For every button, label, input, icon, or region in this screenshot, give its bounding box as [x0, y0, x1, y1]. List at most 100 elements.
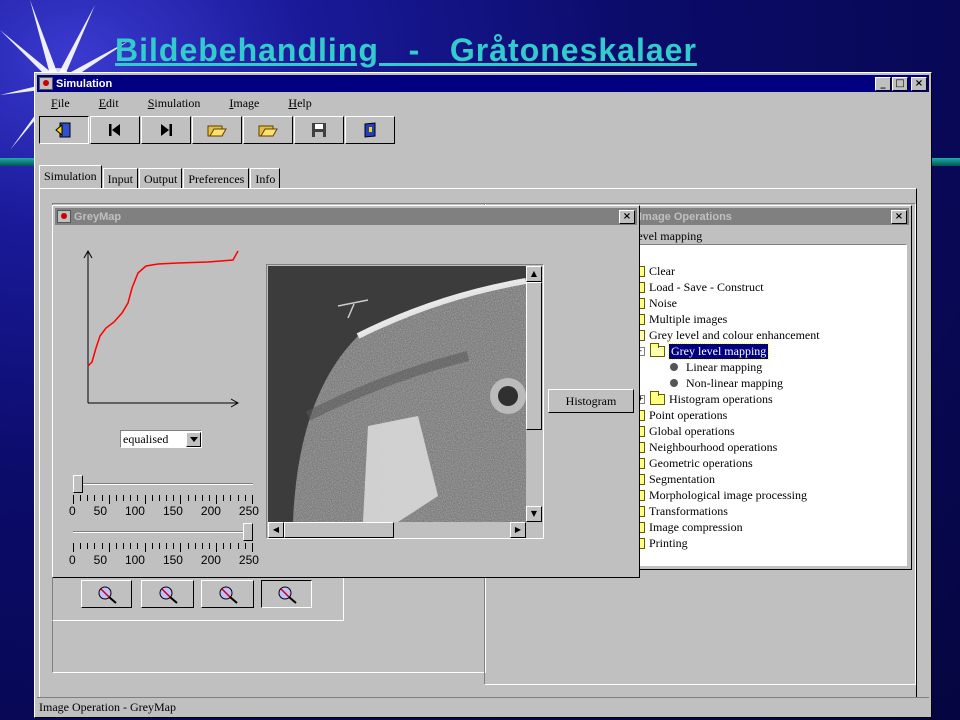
slider-tick	[201, 543, 203, 549]
greymap-window: GreyMap × equalised 0 50 100 150 200 250 0 50 1…	[52, 205, 640, 578]
close-button[interactable]: ×	[911, 76, 927, 91]
scroll-up-arrow-icon[interactable]: ▲	[526, 266, 542, 282]
tab-preferences[interactable]: Preferences	[183, 168, 250, 188]
tree-node[interactable]: Neighbourhood operations	[630, 438, 777, 455]
save-disk-icon	[312, 123, 326, 137]
menu-image[interactable]: Image	[215, 96, 274, 111]
zoom-icon	[278, 586, 297, 604]
tab-input[interactable]: Input	[102, 168, 139, 188]
tab-simulation[interactable]: Simulation	[39, 165, 102, 189]
tree-node[interactable]: Non-linear mapping	[670, 375, 783, 391]
exit-button[interactable]	[39, 116, 89, 144]
menu-simulation[interactable]: Simulation	[134, 96, 216, 111]
folder-icon	[650, 390, 665, 405]
zoom-button-1[interactable]	[81, 580, 132, 608]
menu-file[interactable]: File	[37, 96, 85, 111]
image-vertical-scroll-thumb[interactable]	[526, 282, 542, 430]
image-operations-close-button[interactable]: ×	[891, 209, 907, 224]
tree-node[interactable]: Segmentation	[630, 470, 715, 487]
slider-tick	[80, 495, 82, 501]
slider-low-thumb[interactable]	[73, 475, 83, 493]
slider-tick	[130, 495, 132, 501]
tab-output[interactable]: Output	[139, 168, 183, 188]
last-button[interactable]	[141, 116, 191, 144]
tab-strip: Simulation Input Output Preferences Info	[39, 165, 281, 189]
tree-node[interactable]: + Histogram operations	[636, 390, 773, 407]
chevron-down-icon[interactable]	[186, 431, 201, 447]
slider-tick	[123, 543, 125, 549]
slider-tick	[87, 495, 89, 501]
tree-node[interactable]: Global operations	[630, 422, 735, 439]
tree-node[interactable]: Linear mapping	[670, 359, 762, 375]
greymap-close-button[interactable]: ×	[619, 209, 635, 224]
tree-node[interactable]: Load - Save - Construct	[630, 278, 764, 295]
slider-tick	[223, 495, 225, 501]
tree-node[interactable]: Multiple images	[630, 310, 727, 327]
slider-tick	[223, 543, 225, 549]
mapping-select[interactable]: equalised	[120, 430, 202, 448]
slider-high-thumb[interactable]	[243, 523, 253, 541]
tree-node-label: Non-linear mapping	[686, 375, 783, 390]
slider-tick	[101, 495, 103, 501]
first-icon	[109, 124, 120, 136]
image-operations-titlebar[interactable]: Image Operations ×	[603, 208, 909, 225]
image-operations-window: Image Operations × Grey level mapping Ro…	[600, 205, 912, 570]
menu-help[interactable]: Help	[274, 96, 326, 111]
tree-node[interactable]: Morphological image processing	[630, 486, 807, 503]
window-title: Simulation	[56, 77, 113, 90]
zoom-icon	[159, 586, 178, 604]
open-button-2[interactable]	[243, 116, 293, 144]
tab-info[interactable]: Info	[250, 168, 281, 188]
scroll-left-arrow-icon[interactable]: ◀	[268, 522, 284, 538]
image-vertical-scrollbar[interactable]: ▲ ▼	[526, 266, 543, 522]
last-icon	[161, 124, 172, 136]
minimize-button[interactable]: _	[875, 76, 891, 91]
scroll-right-arrow-icon[interactable]: ▶	[510, 522, 526, 538]
zoom-button-3[interactable]	[201, 580, 254, 608]
maximize-button[interactable]: □	[892, 76, 908, 91]
mapping-select-value: equalised	[123, 431, 169, 446]
image-operations-title: Image Operations	[639, 210, 732, 223]
slider-tick	[244, 543, 246, 549]
tree-node-label: Noise	[649, 295, 677, 310]
zoom-button-4[interactable]	[261, 580, 312, 608]
tree-node[interactable]: - Grey level mapping	[636, 342, 770, 360]
slider-high-ticks	[73, 543, 253, 552]
slider-low[interactable]	[73, 475, 253, 504]
tree-node[interactable]: Point operations	[630, 406, 728, 423]
folder-open-icon	[650, 342, 665, 357]
help-book-button[interactable]	[345, 116, 395, 144]
slider-high[interactable]	[73, 523, 253, 552]
zoom-icon	[219, 586, 238, 604]
slider-tick	[73, 495, 74, 504]
tree-node-label: Point operations	[649, 407, 728, 422]
tree-node-label: Global operations	[649, 423, 735, 438]
exit-icon	[55, 122, 71, 138]
menu-edit[interactable]: Edit	[85, 96, 134, 111]
tree-node[interactable]: Image compression	[630, 518, 743, 535]
slider-low-labels: 0 50 100 150 200 250	[69, 504, 259, 518]
tree-node[interactable]: Geometric operations	[630, 454, 753, 471]
slider-tick	[80, 543, 82, 549]
greymap-titlebar[interactable]: GreyMap ×	[55, 208, 637, 225]
image-horizontal-scroll-thumb[interactable]	[284, 522, 394, 538]
tree-node[interactable]: Grey level and colour enhancement	[630, 326, 820, 343]
tree-node-label: Image compression	[649, 519, 743, 534]
open-button[interactable]	[192, 116, 242, 144]
tree-node-label: Linear mapping	[686, 359, 763, 374]
simulation-titlebar[interactable]: Simulation _ □ ×	[37, 75, 929, 92]
histogram-button[interactable]: Histogram	[548, 389, 634, 413]
java-cup-icon	[57, 210, 71, 223]
scroll-down-arrow-icon[interactable]: ▼	[526, 506, 542, 522]
slider-tick	[158, 543, 160, 549]
zoom-button-2[interactable]	[141, 580, 194, 608]
tree-node[interactable]: Transformations	[630, 502, 728, 519]
image-horizontal-scrollbar[interactable]: ◀ ▶	[268, 522, 526, 538]
save-button[interactable]	[294, 116, 344, 144]
tree-node-label: Transformations	[649, 503, 728, 518]
zoom-icon	[98, 586, 117, 604]
slider-high-labels: 0 50 100 150 200 250	[69, 553, 259, 567]
ct-scan-image[interactable]	[268, 266, 526, 522]
toolbar	[39, 116, 396, 146]
first-button[interactable]	[90, 116, 140, 144]
